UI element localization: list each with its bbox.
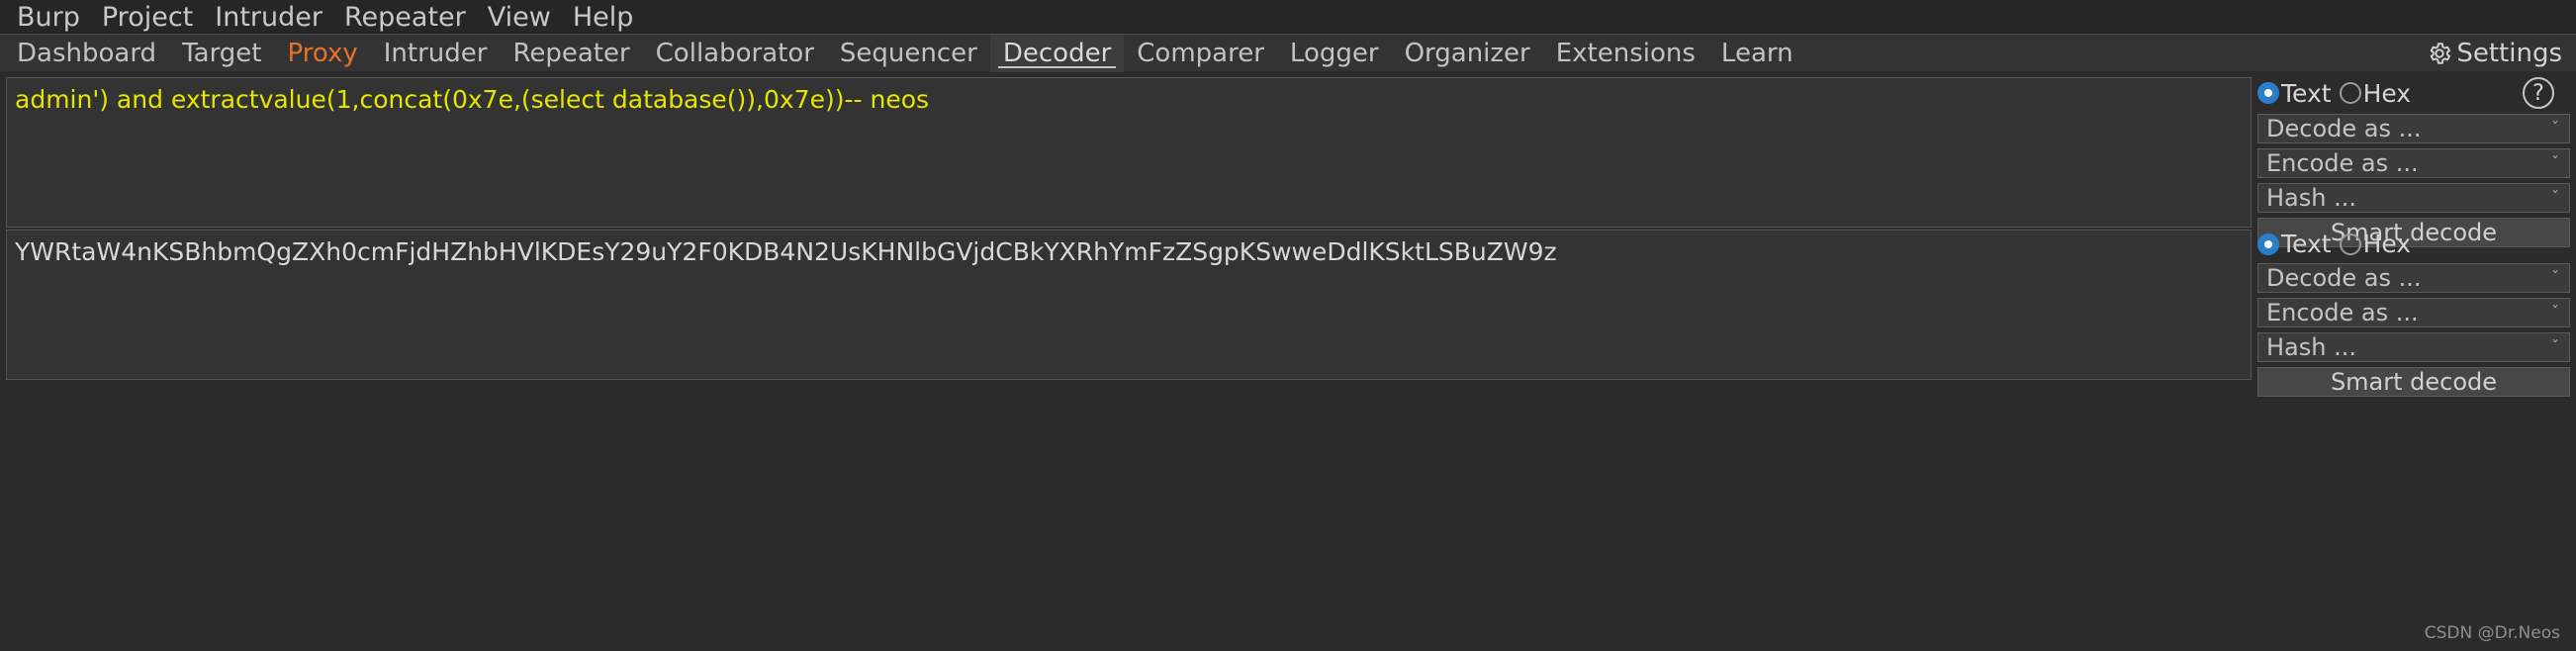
- output-hash-label: Hash ...: [2266, 333, 2356, 361]
- input-encode-as-dropdown[interactable]: Encode as ... ˇ: [2257, 148, 2570, 178]
- burp-suite-window: Burp Project Intruder Repeater View Help…: [0, 0, 2576, 651]
- tab-proxy[interactable]: Proxy: [275, 35, 371, 72]
- chevron-down-icon: ˇ: [2551, 188, 2559, 207]
- chevron-down-icon: ˇ: [2551, 119, 2559, 138]
- settings-label: Settings: [2456, 38, 2562, 68]
- radio-dot-icon: [2339, 82, 2361, 104]
- decoder-output-textarea[interactable]: YWRtaW4nKSBhbmQgZXh0cmFjdHZhbHVlKDEsY29u…: [6, 230, 2252, 380]
- menu-item-help[interactable]: Help: [562, 4, 645, 31]
- input-radio-hex[interactable]: Hex: [2339, 78, 2418, 108]
- menu-item-view[interactable]: View: [477, 4, 562, 31]
- tab-dashboard[interactable]: Dashboard: [4, 35, 169, 72]
- decoder-output-controls: Text Hex Decode as ... ˇ Encode as ... ˇ: [2255, 230, 2570, 397]
- footer-area: CSDN @Dr.Neos: [6, 382, 2570, 651]
- settings-button[interactable]: Settings: [2419, 39, 2576, 68]
- gear-icon: [2431, 42, 2451, 64]
- tab-sequencer[interactable]: Sequencer: [827, 35, 990, 72]
- output-decode-as-label: Decode as ...: [2266, 264, 2422, 292]
- menu-item-project[interactable]: Project: [91, 4, 204, 31]
- menu-item-intruder[interactable]: Intruder: [204, 4, 333, 31]
- chevron-down-icon: ˇ: [2551, 303, 2559, 322]
- tab-learn[interactable]: Learn: [1708, 35, 1806, 72]
- decoder-content: admin') and extractvalue(1,concat(0x7e,(…: [0, 71, 2576, 651]
- chevron-down-icon: ˇ: [2551, 268, 2559, 287]
- tab-logger[interactable]: Logger: [1277, 35, 1392, 72]
- tab-collaborator[interactable]: Collaborator: [643, 35, 827, 72]
- input-encode-as-label: Encode as ...: [2266, 149, 2419, 177]
- output-encode-as-dropdown[interactable]: Encode as ... ˇ: [2257, 298, 2570, 327]
- question-mark-icon[interactable]: ?: [2523, 77, 2554, 109]
- watermark-label: CSDN @Dr.Neos: [2424, 623, 2560, 643]
- decoder-output-row: YWRtaW4nKSBhbmQgZXh0cmFjdHZhbHVlKDEsY29u…: [6, 230, 2570, 397]
- tab-intruder[interactable]: Intruder: [371, 35, 501, 72]
- output-hash-dropdown[interactable]: Hash ... ˇ: [2257, 332, 2570, 362]
- chevron-down-icon: ˇ: [2551, 337, 2559, 356]
- chevron-down-icon: ˇ: [2551, 153, 2559, 172]
- output-encode-as-label: Encode as ...: [2266, 299, 2419, 326]
- menu-bar: Burp Project Intruder Repeater View Help: [0, 0, 2576, 34]
- output-format-radio-group: Text Hex: [2257, 230, 2570, 258]
- input-hash-dropdown[interactable]: Hash ... ˇ: [2257, 183, 2570, 213]
- input-radio-text[interactable]: Text: [2257, 79, 2338, 108]
- radio-dot-icon: [2257, 232, 2279, 255]
- menu-item-repeater[interactable]: Repeater: [333, 4, 477, 31]
- input-decode-as-dropdown[interactable]: Decode as ... ˇ: [2257, 114, 2570, 143]
- output-decode-as-dropdown[interactable]: Decode as ... ˇ: [2257, 263, 2570, 293]
- output-radio-text[interactable]: Text: [2257, 230, 2338, 258]
- tab-decoder[interactable]: Decoder: [989, 34, 1125, 72]
- decoder-input-textarea[interactable]: admin') and extractvalue(1,concat(0x7e,(…: [6, 77, 2252, 228]
- input-hash-label: Hash ...: [2266, 184, 2356, 212]
- tab-organizer[interactable]: Organizer: [1392, 35, 1543, 72]
- input-format-radio-group: Text Hex ?: [2257, 77, 2570, 109]
- radio-dot-icon: [2339, 232, 2361, 255]
- menu-item-burp[interactable]: Burp: [6, 4, 91, 31]
- tab-comparer[interactable]: Comparer: [1124, 35, 1277, 72]
- input-radio-text-label: Text: [2281, 78, 2332, 108]
- output-radio-hex[interactable]: Hex: [2339, 230, 2418, 258]
- tab-target[interactable]: Target: [169, 35, 274, 72]
- tab-repeater[interactable]: Repeater: [500, 35, 642, 72]
- radio-dot-icon: [2257, 82, 2279, 104]
- output-radio-text-label: Text: [2281, 230, 2332, 258]
- input-decode-as-label: Decode as ...: [2266, 115, 2422, 142]
- decoder-input-row: admin') and extractvalue(1,concat(0x7e,(…: [6, 77, 2570, 247]
- decoder-input-controls: Text Hex ? Decode as ... ˇ Encode as ...…: [2255, 77, 2570, 247]
- input-radio-hex-label: Hex: [2362, 78, 2412, 108]
- output-radio-hex-label: Hex: [2362, 230, 2412, 258]
- main-tab-bar: Dashboard Target Proxy Intruder Repeater…: [0, 34, 2576, 72]
- tab-extensions[interactable]: Extensions: [1543, 35, 1708, 72]
